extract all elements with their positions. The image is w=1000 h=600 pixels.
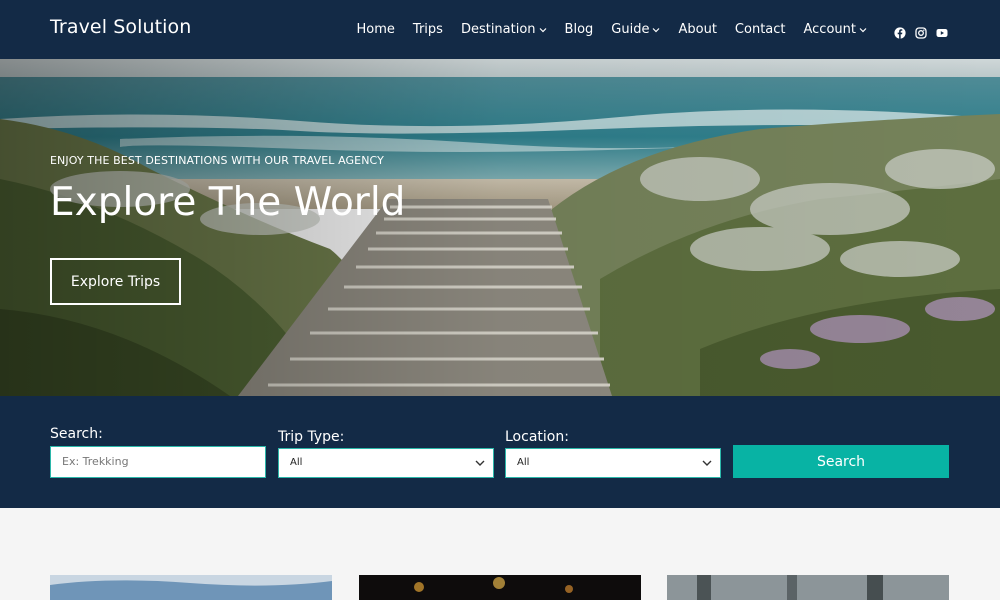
site-brand[interactable]: Travel Solution [50,16,191,38]
nav-item-trips[interactable]: Trips [413,22,443,37]
nav-item-account[interactable]: Account [804,22,868,37]
search-label: Search: [50,426,103,442]
nav-label: Trips [412,22,443,37]
youtube-icon[interactable] [936,24,948,37]
location-label: Location: [505,429,569,445]
hero-banner: ENJOY THE BEST DESTINATIONS WITH OUR TRA… [0,59,1000,396]
trip-card-image[interactable] [667,575,949,600]
trip-type-value: All [290,457,303,468]
nav-item-about[interactable]: About [678,22,716,37]
nav-item-blog[interactable]: Blog [565,22,594,37]
trip-type-label: Trip Type: [278,429,345,445]
nav-item-home[interactable]: Home [357,22,395,37]
hero-eyebrow: ENJOY THE BEST DESTINATIONS WITH OUR TRA… [50,154,384,167]
nav-label: Account [803,22,857,37]
nav-item-guide[interactable]: Guide [611,22,660,37]
chevron-down-icon [653,27,660,32]
trips-section [0,508,1000,600]
nav-label: Guide [611,22,650,37]
nav-label: Contact [734,22,786,37]
nav-item-contact[interactable]: Contact [735,22,786,37]
social-links [885,24,948,39]
nav-label: Destination [460,22,536,37]
hero-background-image [0,59,1000,396]
nav-item-destination[interactable]: Destination [461,22,547,37]
nav-label: Home [356,22,395,37]
location-value: All [517,457,530,468]
location-select[interactable]: All [505,448,721,478]
nav-label: Blog [564,22,594,37]
chevron-down-icon [475,460,485,466]
chevron-down-icon [539,27,546,32]
chevron-down-icon [859,27,867,32]
facebook-icon[interactable] [894,24,906,39]
chevron-down-icon [702,460,712,466]
trip-type-select[interactable]: All [278,448,494,478]
search-input[interactable]: Ex: Trekking [50,446,266,478]
trip-card-image[interactable] [359,575,641,600]
hero-title: Explore The World [50,180,406,225]
trip-search-bar: Search: Ex: Trekking Trip Type: All Loca… [0,396,1000,508]
main-nav: Home Trips Destination Blog Guide About … [339,0,948,59]
nav-label: About [678,22,717,37]
search-button[interactable]: Search [733,445,949,478]
instagram-icon[interactable] [915,24,927,39]
trip-card-image[interactable] [50,575,332,600]
explore-trips-button[interactable]: Explore Trips [50,258,181,305]
site-header: Travel Solution Home Trips Destination B… [0,0,1000,59]
